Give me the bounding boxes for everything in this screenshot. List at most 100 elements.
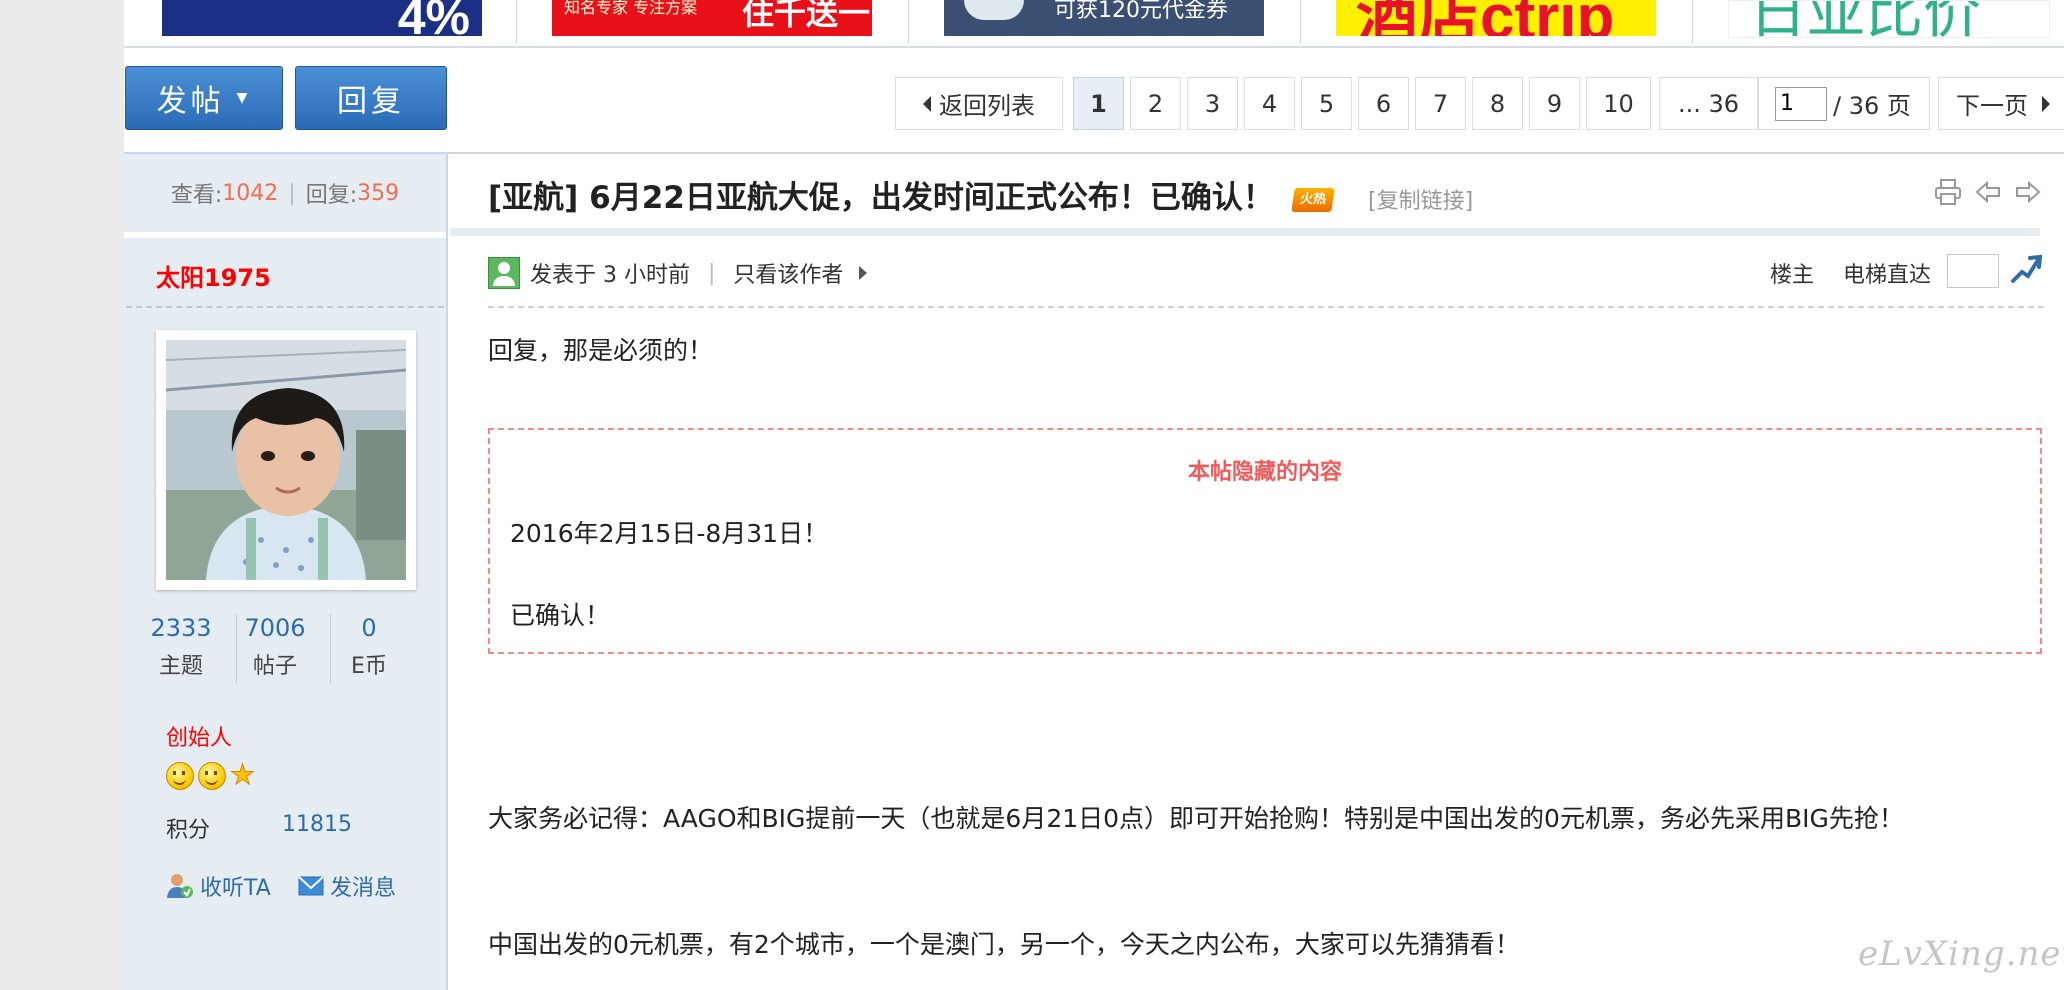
- ecoin-count: 0: [361, 614, 377, 642]
- avatar-photo: [166, 340, 406, 580]
- follow-button[interactable]: 收听TA: [166, 870, 271, 902]
- reply-button[interactable]: 回复: [295, 66, 447, 130]
- post-paragraph: 大家务必记得：AAGO和BIG提前一天（也就是6月21日0点）即可开始抢购！特别…: [488, 804, 1904, 833]
- ad-banner-2-small-text: 知名专家 专注方案: [564, 0, 698, 17]
- score-value: 11815: [282, 812, 352, 837]
- next-page-label: 下一页: [1956, 92, 2028, 120]
- page-link-2[interactable]: 2: [1130, 77, 1181, 130]
- score-label: 积分: [166, 818, 211, 843]
- page-link-4[interactable]: 4: [1244, 77, 1295, 130]
- thread-stats: 查看: 1042 | 回复: 359: [124, 154, 446, 238]
- next-page-button[interactable]: 下一页: [1938, 77, 2064, 130]
- elevator-label: 电梯直达: [1843, 263, 1932, 288]
- views-label: 查看:: [170, 183, 223, 208]
- author-sidebar: 查看: 1042 | 回复: 359 太阳1975 2333 主题 7006 帖…: [124, 154, 448, 990]
- new-post-button[interactable]: 发帖 ▼: [125, 66, 283, 130]
- back-to-list-label: 返回列表: [939, 92, 1035, 120]
- divider: [126, 306, 444, 308]
- floor-jump-input[interactable]: [1947, 254, 1999, 288]
- page-number: 5: [1318, 89, 1335, 118]
- ad-divider: [1692, 0, 1693, 44]
- page-link-5[interactable]: 5: [1301, 77, 1352, 130]
- page-number: 9: [1546, 89, 1563, 118]
- posts-count: 7006: [244, 614, 306, 642]
- new-post-label: 发帖: [156, 84, 225, 119]
- meta-divider: |: [707, 260, 716, 286]
- floor-jump-go-icon[interactable]: [2010, 254, 2043, 291]
- avatar[interactable]: [156, 330, 416, 590]
- arrow-right-icon[interactable]: [859, 266, 868, 280]
- page-number: 1: [1090, 89, 1107, 118]
- floor-label: 楼主: [1770, 263, 1815, 288]
- page-number: 3: [1204, 89, 1221, 118]
- reply-label: 回复: [337, 84, 405, 119]
- previous-thread-icon[interactable]: [1974, 178, 2002, 206]
- follow-person-icon: [167, 874, 193, 898]
- jump-arrow-icon: [2011, 254, 2043, 283]
- page-link-last[interactable]: ... 36: [1659, 77, 1758, 130]
- author-name[interactable]: 太阳1975: [156, 258, 271, 293]
- topics-label: 主题: [158, 654, 203, 679]
- hidden-content-line: 2016年2月15日-8月31日！: [510, 519, 829, 548]
- posts-stat[interactable]: 7006 帖子: [228, 614, 322, 680]
- hidden-content-box: 本帖隐藏的内容 2016年2月15日-8月31日！ 已确认！: [488, 428, 2042, 654]
- print-icon[interactable]: [1934, 178, 1962, 206]
- back-to-list-button[interactable]: 返回列表: [895, 77, 1063, 130]
- ad-banner-5[interactable]: 日亚比价: [1728, 0, 2050, 38]
- page-number: 4: [1261, 89, 1278, 118]
- page-link-7[interactable]: 7: [1415, 77, 1466, 130]
- arrow-left-icon: [923, 95, 931, 112]
- page-link-3[interactable]: 3: [1187, 77, 1238, 130]
- ad-banner-2[interactable]: 知名专家 专注方案 住千送一: [552, 0, 872, 36]
- next-thread-icon[interactable]: [2014, 178, 2042, 206]
- topics-count: 2333: [150, 614, 212, 642]
- smiley-badge-icon: [166, 762, 194, 790]
- page-link-6[interactable]: 6: [1358, 77, 1409, 130]
- page-link-8[interactable]: 8: [1472, 77, 1523, 130]
- hidden-content-line: 已确认！: [510, 601, 611, 630]
- page-jump-box: / 36 页: [1758, 77, 1930, 130]
- hot-badge-icon: 火热: [1290, 187, 1335, 212]
- ecoin-stat[interactable]: 0 E币: [322, 614, 416, 680]
- reply-line: 回复，那是必须的！: [488, 336, 714, 365]
- page-link-10[interactable]: 10: [1586, 77, 1651, 130]
- views-count: 1042: [222, 180, 279, 206]
- envelope-icon: [298, 876, 324, 896]
- ad-banner-2-big-text: 住千送一: [742, 0, 871, 32]
- ad-divider: [1300, 0, 1301, 44]
- follow-label: 收听TA: [200, 876, 271, 901]
- topics-stat[interactable]: 2333 主题: [134, 614, 228, 680]
- author-rank: 创始人: [166, 726, 233, 751]
- ad-banner-3[interactable]: 可获120元代金券: [944, 0, 1264, 36]
- title-divider-bar: [450, 228, 2040, 236]
- site-watermark: eLvXing.net: [1858, 934, 2064, 974]
- ecoin-label: E币: [351, 654, 387, 679]
- ad-banner-1-text: 4%: [397, 0, 470, 45]
- copy-link-button[interactable]: [复制链接]: [1368, 183, 1473, 215]
- page-jump-input[interactable]: [1775, 86, 1827, 121]
- child-portrait-image: [166, 340, 406, 580]
- ad-banner-4[interactable]: 酒店ctrip: [1336, 0, 1656, 36]
- ad-banner-4-text: 酒店ctrip: [1356, 0, 1615, 36]
- page-number: 6: [1375, 89, 1392, 118]
- only-author-link[interactable]: 只看该作者: [733, 257, 843, 289]
- ad-banner-strip: 4% 知名专家 专注方案 住千送一 可获120元代金券 酒店ctrip 日亚比价: [124, 0, 2064, 48]
- post-paragraph: 中国出发的0元机票，有2个城市，一个是澳门，另一个，今天之内公布，大家可以先猜猜…: [488, 930, 1520, 959]
- smiley-badge-icon: [198, 762, 226, 790]
- page-number: 10: [1603, 89, 1634, 118]
- replies-count: 359: [357, 180, 400, 206]
- ad-banner-1[interactable]: 4%: [162, 0, 482, 45]
- send-message-button[interactable]: 发消息: [298, 870, 396, 902]
- rank-badges: ★: [166, 758, 256, 791]
- chevron-down-icon: ▼: [236, 90, 252, 106]
- ad-divider: [908, 0, 909, 44]
- post-title: [亚航] 6月22日亚航大促，出发时间正式公布！已确认！ 火热: [488, 172, 1335, 217]
- page-link-9[interactable]: 9: [1529, 77, 1580, 130]
- page-number: ... 36: [1677, 89, 1740, 118]
- hidden-content-title: 本帖隐藏的内容: [1187, 460, 1342, 485]
- posts-label: 帖子: [252, 654, 297, 679]
- send-message-label: 发消息: [330, 876, 397, 901]
- page-link-1[interactable]: 1: [1073, 77, 1124, 130]
- replies-label: 回复:: [305, 183, 358, 208]
- star-badge-icon: ★: [229, 758, 256, 791]
